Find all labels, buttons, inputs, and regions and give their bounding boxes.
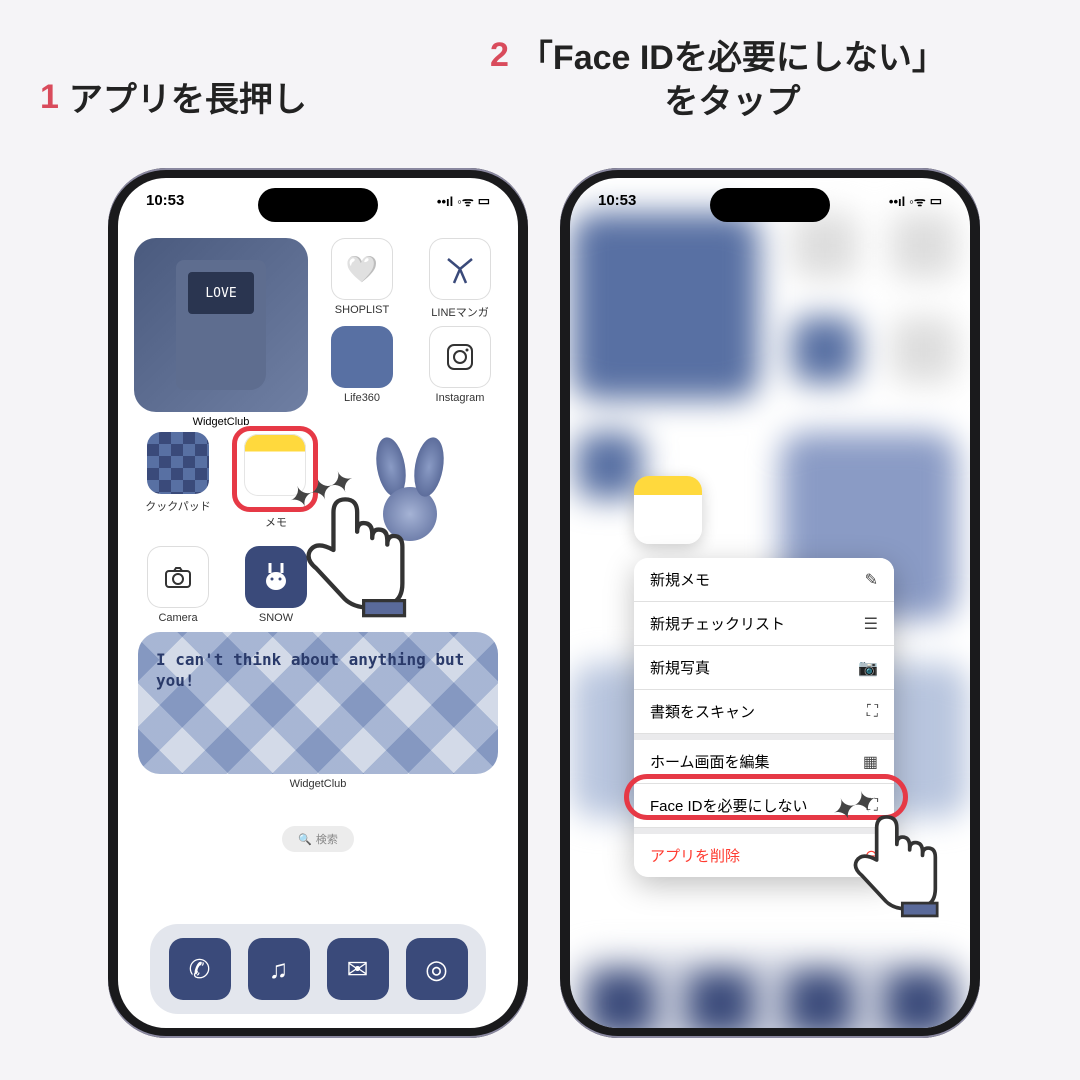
step-1-label: 1 アプリを長押し — [40, 78, 307, 122]
menu-new-memo[interactable]: 新規メモ ✎ — [634, 558, 894, 602]
menu-label: 新規チェックリスト — [650, 613, 785, 634]
app-snow[interactable]: SNOW — [232, 546, 320, 624]
memo-label: メモ — [232, 514, 320, 530]
menu-new-checklist[interactable]: 新規チェックリスト ☰ — [634, 602, 894, 646]
menu-label: Face IDを必要にしない — [650, 795, 808, 816]
quilt-widget[interactable]: I can't think about anything but you! — [138, 632, 498, 774]
faceid-icon: ⛶ — [867, 797, 878, 815]
app-life360[interactable]: Life360 — [318, 326, 406, 404]
step-1-number: 1 — [40, 78, 59, 117]
compass-icon: ◎ — [425, 954, 448, 985]
app-linemanga[interactable]: LINEマンガ — [416, 238, 504, 320]
music-icon: ♫ — [269, 954, 289, 985]
step-2-text: 「Face IDを必要にしない」 をタップ — [519, 36, 946, 124]
dock-music[interactable]: ♫ — [248, 938, 310, 1000]
gameboy-icon — [176, 260, 266, 390]
menu-no-faceid[interactable]: Face IDを必要にしない ⛶ — [634, 784, 894, 828]
battery-icon: ▭ — [478, 193, 490, 209]
life360-label: Life360 — [318, 392, 406, 404]
app-camera[interactable]: Camera — [134, 546, 222, 624]
cookpad-icon — [147, 432, 209, 494]
search-icon: 🔍 — [298, 833, 312, 846]
signal-icon: ••ıl — [889, 194, 905, 209]
quilt-text: I can't think about anything but you! — [156, 650, 464, 690]
linemanga-label: LINEマンガ — [416, 304, 504, 320]
signal-icon: ••ıl — [437, 194, 453, 209]
compose-icon: ✎ — [865, 570, 878, 590]
instagram-label: Instagram — [416, 392, 504, 404]
status-indicators: ••ıl ◦ᯤ ▭ — [889, 192, 942, 210]
step-1-text: アプリを長押し — [69, 78, 307, 122]
dock-compass[interactable]: ◎ — [406, 938, 468, 1000]
memo-highlight — [232, 426, 318, 512]
wifi-icon: ◦ᯤ — [457, 192, 473, 210]
menu-label: 新規メモ — [650, 569, 710, 590]
phone-right: 10:53 ••ıl ◦ᯤ ▭ 新規メモ ✎ 新規チェックリスト ☰ 新規写真 — [560, 168, 980, 1038]
menu-label: 新規写真 — [650, 657, 710, 678]
app-shoplist[interactable]: 🤍 SHOPLIST — [318, 238, 406, 320]
ribbon-icon — [429, 238, 491, 300]
snow-icon — [245, 546, 307, 608]
dock-mail[interactable]: ✉ — [327, 938, 389, 1000]
memo-icon — [244, 434, 306, 496]
apps-icon: ▦ — [863, 752, 878, 772]
search-pill[interactable]: 🔍 検索 — [282, 826, 354, 852]
widgetclub-widget[interactable] — [134, 238, 308, 412]
camera-icon — [147, 546, 209, 608]
balloon-bunny-icon — [365, 447, 455, 587]
search-label: 検索 — [316, 831, 338, 847]
menu-label: ホーム画面を編集 — [650, 751, 770, 772]
notch-icon — [258, 188, 378, 222]
screen-left: 10:53 ••ıl ◦ᯤ ▭ WidgetClub 🤍 — [118, 178, 518, 1028]
home-screen[interactable]: WidgetClub 🤍 SHOPLIST LINEマンガ — [134, 238, 502, 1028]
step-2-number: 2 — [490, 36, 509, 75]
battery-icon: ▭ — [930, 193, 942, 209]
menu-new-photo[interactable]: 新規写真 📷 — [634, 646, 894, 690]
menu-label: 書類をスキャン — [650, 701, 755, 722]
instagram-icon — [429, 326, 491, 388]
wifi-icon: ◦ᯤ — [909, 192, 925, 210]
life360-icon — [331, 326, 393, 388]
dock: ✆ ♫ ✉ ◎ — [150, 924, 486, 1014]
menu-delete-app[interactable]: アプリを削除 ⊖ — [634, 828, 894, 877]
screen-right: 10:53 ••ıl ◦ᯤ ▭ 新規メモ ✎ 新規チェックリスト ☰ 新規写真 — [570, 178, 970, 1028]
menu-scan-doc[interactable]: 書類をスキャン ⛶ — [634, 690, 894, 734]
status-time: 10:53 — [598, 192, 636, 210]
status-time: 10:53 — [146, 192, 184, 210]
menu-label: アプリを削除 — [650, 845, 740, 866]
delete-icon: ⊖ — [865, 846, 878, 866]
phone-icon: ✆ — [189, 954, 211, 985]
shoplist-label: SHOPLIST — [318, 304, 406, 316]
snow-label: SNOW — [232, 612, 320, 624]
notch-icon — [710, 188, 830, 222]
context-menu: 新規メモ ✎ 新規チェックリスト ☰ 新規写真 📷 書類をスキャン ⛶ ホーム画… — [634, 558, 894, 877]
menu-edit-home[interactable]: ホーム画面を編集 ▦ — [634, 734, 894, 784]
balloon-widget[interactable] — [330, 432, 490, 602]
cookpad-label: クックパッド — [134, 498, 222, 514]
quilt-label: WidgetClub — [134, 778, 502, 790]
scan-icon: ⛶ — [867, 703, 878, 721]
checklist-icon: ☰ — [864, 614, 878, 634]
context-menu-overlay: 新規メモ ✎ 新規チェックリスト ☰ 新規写真 📷 書類をスキャン ⛶ ホーム画… — [634, 476, 894, 877]
phone-left: 10:53 ••ıl ◦ᯤ ▭ WidgetClub 🤍 — [108, 168, 528, 1038]
mail-icon: ✉ — [347, 954, 369, 985]
heart-icon: 🤍 — [331, 238, 393, 300]
step-2-label: 2 「Face IDを必要にしない」 をタップ — [490, 36, 946, 124]
status-indicators: ••ıl ◦ᯤ ▭ — [437, 192, 490, 210]
camera-icon: 📷 — [858, 658, 878, 678]
camera-label: Camera — [134, 612, 222, 624]
dock-phone[interactable]: ✆ — [169, 938, 231, 1000]
app-instagram[interactable]: Instagram — [416, 326, 504, 404]
memo-icon[interactable] — [634, 476, 702, 544]
